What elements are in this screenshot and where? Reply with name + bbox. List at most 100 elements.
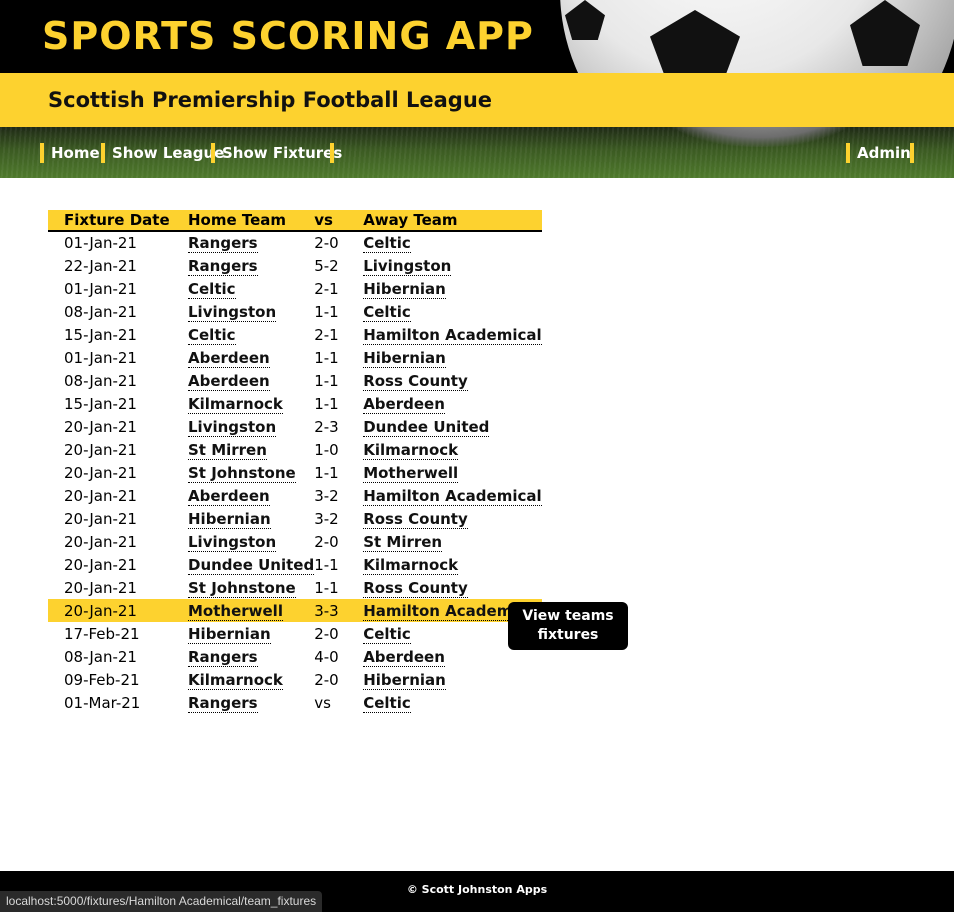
away-team-link[interactable]: Aberdeen (363, 394, 445, 414)
fixture-score: vs (314, 693, 331, 712)
fixtures-body: 01-Jan-21 Rangers 2-0 Celtic 22-Jan-21 Ranger… (48, 231, 542, 714)
home-team-link[interactable]: Aberdeen (188, 371, 270, 391)
away-team-link[interactable]: Celtic (363, 624, 411, 644)
home-team-link[interactable]: St Johnstone (188, 463, 296, 483)
home-team-link[interactable]: Livingston (188, 417, 277, 437)
away-team-cell: Celtic (363, 691, 541, 714)
home-team-link[interactable]: Celtic (188, 279, 236, 299)
table-header-row: Fixture Date Home Team vs Away Team (48, 210, 542, 232)
fixture-score: 3-3 (314, 599, 364, 622)
away-team-link[interactable]: Celtic (363, 693, 411, 713)
fixture-score: 1-1 (314, 302, 339, 321)
home-team-link[interactable]: St Mirren (188, 440, 267, 460)
table-row: 20-Jan-21 Livingston 2-0 St Mirren (48, 530, 542, 553)
home-team-link[interactable]: Kilmarnock (188, 670, 283, 690)
home-team-link[interactable]: Hibernian (188, 624, 271, 644)
fixture-date: 08-Jan-21 (64, 302, 137, 321)
fixture-date: 17-Feb-21 (64, 624, 140, 643)
away-team-cell: Celtic (363, 231, 541, 254)
away-team-link[interactable]: Livingston (363, 256, 452, 276)
fixture-score: 1-1 (314, 371, 339, 390)
fixture-date: 20-Jan-21 (64, 555, 137, 574)
away-team-link[interactable]: Ross County (363, 578, 468, 598)
away-team-link[interactable]: Kilmarnock (363, 555, 459, 575)
table-row: 08-Jan-21 Aberdeen 1-1 Ross County (48, 369, 542, 392)
home-team-link[interactable]: Rangers (188, 693, 258, 713)
home-team-link[interactable]: Motherwell (188, 601, 283, 621)
home-team-cell: Aberdeen (188, 369, 314, 392)
home-team-link[interactable]: Aberdeen (188, 486, 270, 506)
home-team-link[interactable]: Celtic (188, 325, 236, 345)
away-team-link[interactable]: Hibernian (363, 670, 446, 690)
fixture-date: 09-Feb-21 (64, 670, 140, 689)
away-team-cell: Aberdeen (363, 392, 541, 415)
nav-admin-link[interactable]: Admin (846, 143, 911, 163)
fixture-score: 2-3 (314, 417, 339, 436)
home-team-link[interactable]: Rangers (188, 256, 258, 276)
fixture-score: 2-0 (314, 670, 339, 689)
home-team-cell: Aberdeen (188, 346, 314, 369)
home-team-cell: Livingston (188, 300, 314, 323)
nav-show-league-link[interactable]: Show League (101, 143, 224, 163)
table-row: 08-Jan-21 Rangers 4-0 Aberdeen (48, 645, 542, 668)
away-team-link[interactable]: St Mirren (363, 532, 443, 552)
away-team-link[interactable]: Celtic (363, 234, 411, 253)
league-title: Scottish Premiership Football League (48, 88, 493, 112)
fixture-score: 2-1 (314, 325, 339, 344)
away-team-link[interactable]: Aberdeen (363, 647, 445, 667)
table-row: 01-Jan-21 Aberdeen 1-1 Hibernian (48, 346, 542, 369)
away-team-cell: Livingston (363, 254, 541, 277)
nav-bar: Home Show League Show Fixtures Admin (0, 127, 954, 178)
home-team-link[interactable]: Aberdeen (188, 348, 270, 368)
footer-copyright: © Scott Johnston Apps (406, 883, 548, 896)
away-team-link[interactable]: Hamilton Academical (363, 325, 542, 345)
table-row: 20-Jan-21 Aberdeen 3-2 Hamilton Academical (48, 484, 542, 507)
away-team-link[interactable]: Ross County (363, 371, 468, 391)
home-team-cell: Rangers (188, 645, 314, 668)
home-team-link[interactable]: St Johnstone (188, 578, 296, 598)
away-team-link[interactable]: Motherwell (363, 463, 459, 483)
fixture-score: 2-0 (314, 234, 339, 252)
nav-show-fixtures-link[interactable]: Show Fixtures (211, 143, 342, 163)
home-team-cell: Hibernian (188, 507, 314, 530)
table-row: 01-Jan-21 Rangers 2-0 Celtic (48, 231, 542, 254)
fixture-score: 4-0 (314, 647, 339, 666)
away-team-link[interactable]: Hibernian (363, 348, 446, 368)
away-team-cell: Hibernian (363, 277, 541, 300)
home-team-link[interactable]: Hibernian (188, 509, 271, 529)
away-team-link[interactable]: Kilmarnock (363, 440, 459, 460)
fixture-score: 1-1 (314, 463, 339, 482)
home-team-link[interactable]: Kilmarnock (188, 394, 283, 414)
home-team-cell: Rangers (188, 691, 314, 714)
fixture-score: 3-2 (314, 486, 339, 505)
home-team-cell: Hibernian (188, 622, 314, 645)
home-team-link[interactable]: Rangers (188, 234, 258, 253)
away-team-cell: Dundee United (363, 415, 541, 438)
fixture-date: 15-Jan-21 (64, 325, 137, 344)
home-team-cell: Kilmarnock (188, 392, 314, 415)
fixture-score: 3-2 (314, 509, 339, 528)
away-team-link[interactable]: Hamilton Academical (363, 486, 542, 506)
home-team-link[interactable]: Rangers (188, 647, 258, 667)
home-team-cell: Motherwell (188, 599, 315, 622)
table-row: 22-Jan-21 Rangers 5-2 Livingston (48, 254, 542, 277)
fixture-date: 20-Jan-21 (64, 578, 137, 597)
away-team-cell: Hamilton Academical (363, 484, 542, 507)
home-team-link[interactable]: Livingston (188, 302, 277, 322)
fixtures-table: Fixture Date Home Team vs Away Team 01-J… (48, 210, 542, 714)
away-team-link[interactable]: Ross County (363, 509, 468, 529)
nav-divider (910, 143, 914, 163)
away-team-link[interactable]: Hibernian (363, 279, 446, 299)
table-row: 01-Jan-21 Celtic 2-1 Hibernian (48, 277, 542, 300)
away-team-link[interactable]: Celtic (363, 302, 411, 322)
fixture-date: 01-Jan-21 (64, 234, 137, 252)
home-team-link[interactable]: Livingston (188, 532, 277, 552)
app-title: SPORTS SCORING APP (42, 14, 534, 58)
nav-home-link[interactable]: Home (40, 143, 100, 163)
away-team-link[interactable]: Dundee United (363, 417, 490, 437)
home-team-cell: Rangers (188, 254, 314, 277)
fixture-date: 01-Mar-21 (64, 693, 141, 712)
home-team-link[interactable]: Dundee United (188, 555, 315, 575)
away-team-cell: Ross County (363, 576, 541, 599)
nav-divider (330, 143, 334, 163)
